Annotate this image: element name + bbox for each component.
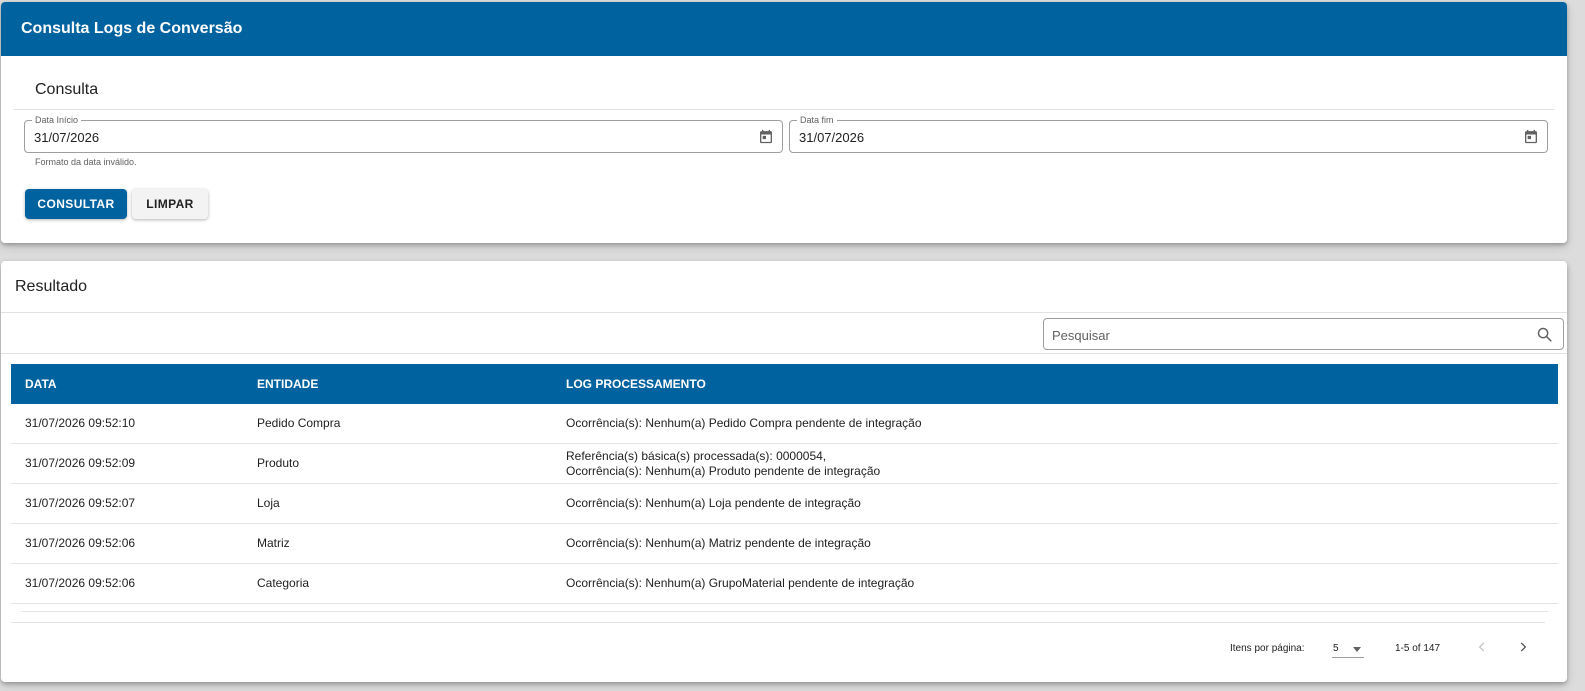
- query-card: Consulta Logs de Conversão Consulta Data…: [1, 2, 1567, 243]
- results-card: Resultado DATA ENTIDADE LOG PROCESSAMENT…: [1, 261, 1567, 682]
- app-header: Consulta Logs de Conversão: [1, 2, 1567, 56]
- cell-log: Referência(s) básica(s) processada(s): 0…: [566, 444, 880, 483]
- cell-data: 31/07/2026 09:52:06: [25, 576, 136, 590]
- results-table: DATA ENTIDADE LOG PROCESSAMENTO 31/07/20…: [11, 364, 1558, 604]
- table-row[interactable]: 31/07/2026 09:52:09 Produto Referência(s…: [11, 444, 1558, 484]
- cell-entidade: Pedido Compra: [257, 416, 341, 430]
- end-date-label: Data fim: [797, 114, 837, 126]
- page-range-label: 1-5 of 147: [1395, 643, 1441, 654]
- table-row[interactable]: 31/07/2026 09:52:10 Pedido Compra Ocorrê…: [11, 404, 1558, 444]
- page-size-select[interactable]: 5: [1332, 635, 1364, 658]
- page-title: Consulta Logs de Conversão: [21, 20, 243, 37]
- column-header-data[interactable]: DATA: [25, 377, 57, 391]
- divider: [11, 622, 1545, 623]
- cell-data: 31/07/2026 09:52:06: [25, 536, 136, 550]
- paginator: Itens por página: 5 1-5 of 147: [1, 631, 1567, 671]
- log-line: Ocorrência(s): Nenhum(a) Pedido Compra p…: [566, 416, 922, 430]
- search-field[interactable]: [1043, 318, 1564, 350]
- column-header-entidade[interactable]: ENTIDADE: [257, 377, 318, 391]
- cell-entidade: Categoria: [257, 576, 310, 590]
- divider: [1, 312, 1567, 313]
- search-icon[interactable]: [1536, 326, 1553, 343]
- cell-data: 31/07/2026 09:52:07: [25, 496, 136, 510]
- calendar-icon[interactable]: [1523, 128, 1539, 145]
- log-line: Ocorrência(s): Nenhum(a) Matriz pendente…: [566, 536, 871, 550]
- table-header: DATA ENTIDADE LOG PROCESSAMENTO: [11, 364, 1558, 404]
- divider: [21, 611, 1548, 612]
- cell-entidade: Matriz: [257, 536, 290, 550]
- cell-log: Ocorrência(s): Nenhum(a) Pedido Compra p…: [566, 404, 922, 443]
- calendar-icon[interactable]: [758, 128, 774, 145]
- end-date-field[interactable]: Data fim 31/07/2026: [789, 114, 1548, 153]
- cell-entidade: Loja: [257, 496, 280, 510]
- cell-log: Ocorrência(s): Nenhum(a) Loja pendente d…: [566, 484, 861, 523]
- chevron-left-icon: [1478, 642, 1485, 652]
- cell-data: 31/07/2026 09:52:09: [25, 456, 136, 470]
- items-per-page-label: Itens por página:: [1230, 643, 1305, 654]
- consult-button[interactable]: CONSULTAR: [25, 189, 127, 219]
- page-size-value: 5: [1333, 643, 1339, 654]
- log-line: Referência(s) básica(s) processada(s): 0…: [566, 448, 827, 463]
- previous-page-button[interactable]: [1470, 635, 1494, 659]
- clear-button[interactable]: LIMPAR: [132, 189, 208, 219]
- start-date-value[interactable]: 31/07/2026: [34, 130, 99, 145]
- log-line: Ocorrência(s): Nenhum(a) Produto pendent…: [566, 463, 881, 478]
- chevron-right-icon: [1520, 642, 1527, 652]
- search-input[interactable]: [1052, 325, 1522, 345]
- column-header-log[interactable]: LOG PROCESSAMENTO: [566, 377, 706, 391]
- cell-log: Ocorrência(s): Nenhum(a) GrupoMaterial p…: [566, 564, 914, 603]
- log-line: Ocorrência(s): Nenhum(a) GrupoMaterial p…: [566, 576, 915, 590]
- end-date-value[interactable]: 31/07/2026: [799, 130, 864, 145]
- cell-log: Ocorrência(s): Nenhum(a) Matriz pendente…: [566, 524, 871, 563]
- log-line: Ocorrência(s): Nenhum(a) Loja pendente d…: [566, 496, 861, 510]
- cell-entidade: Produto: [257, 456, 300, 470]
- query-section-title: Consulta: [35, 81, 99, 98]
- start-date-error: Formato da data inválido.: [35, 157, 137, 167]
- divider: [1, 353, 1567, 354]
- cell-data: 31/07/2026 09:52:10: [25, 416, 136, 430]
- start-date-field[interactable]: Data Início 31/07/2026: [24, 114, 783, 153]
- next-page-button[interactable]: [1511, 635, 1535, 659]
- start-date-label: Data Início: [32, 114, 82, 126]
- chevron-down-icon: [1353, 647, 1361, 652]
- table-row[interactable]: 31/07/2026 09:52:06 Categoria Ocorrência…: [11, 564, 1558, 604]
- table-row[interactable]: 31/07/2026 09:52:06 Matriz Ocorrência(s)…: [11, 524, 1558, 564]
- divider: [13, 109, 1555, 110]
- results-section-title: Resultado: [15, 278, 88, 295]
- table-row[interactable]: 31/07/2026 09:52:07 Loja Ocorrência(s): …: [11, 484, 1558, 524]
